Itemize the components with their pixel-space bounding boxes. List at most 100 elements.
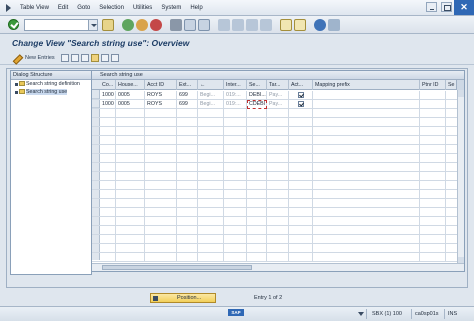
empty-cell: [247, 217, 267, 226]
cell-se-focused[interactable]: CDEBI: [247, 100, 267, 109]
cancel-icon[interactable]: [150, 19, 162, 31]
cell-se[interactable]: DEBI...: [247, 91, 267, 100]
pencil-icon[interactable]: [12, 54, 21, 63]
deselect-all-icon[interactable]: [111, 54, 119, 62]
find-icon[interactable]: [184, 19, 196, 31]
status-separator: [444, 309, 445, 319]
cell-arrow[interactable]: Begi...: [198, 91, 224, 100]
cell-co[interactable]: 1000: [100, 100, 116, 109]
table-settings-icon[interactable]: [456, 80, 464, 90]
tree-item-search-string-definition[interactable]: Search string definition: [11, 80, 91, 88]
empty-cell: [116, 244, 145, 253]
new-entries-button[interactable]: New Entries: [25, 55, 55, 61]
undo-icon[interactable]: [81, 54, 89, 62]
command-dropdown-icon[interactable]: [88, 20, 97, 30]
menu-table-view[interactable]: Table View: [20, 5, 49, 11]
prev-page-icon[interactable]: [232, 19, 244, 31]
empty-cell: [100, 127, 116, 136]
position-button[interactable]: Position...: [150, 293, 216, 303]
layout-icon[interactable]: [328, 19, 340, 31]
column-header-ptnr-id[interactable]: Ptnr ID: [420, 80, 446, 90]
menu-help[interactable]: Help: [190, 5, 202, 11]
menu-utilities[interactable]: Utilities: [133, 5, 152, 11]
first-page-icon[interactable]: [218, 19, 230, 31]
column-header-acct-id[interactable]: Acct ID: [145, 80, 177, 90]
scrollbar-thumb[interactable]: [102, 265, 252, 270]
empty-cell: [116, 226, 145, 235]
tree-item-search-string-use[interactable]: Search string use: [11, 88, 91, 96]
empty-cell: [116, 253, 145, 262]
command-field[interactable]: [24, 19, 98, 31]
cell-tar[interactable]: Pay...: [267, 91, 289, 100]
select-all-icon[interactable]: [91, 54, 99, 62]
close-icon[interactable]: ✕: [454, 0, 474, 15]
column-header-mapping-prefix[interactable]: Mapping prefix: [313, 80, 420, 90]
column-header-se[interactable]: Se...: [247, 80, 267, 90]
column-header-ext[interactable]: Ext...: [177, 80, 198, 90]
empty-cell: [198, 181, 224, 190]
print-icon[interactable]: [170, 19, 182, 31]
active-checkbox[interactable]: [298, 92, 304, 98]
column-header-co[interactable]: Co...: [100, 80, 116, 90]
new-session-icon[interactable]: [280, 19, 292, 31]
status-dropdown-icon[interactable]: [358, 312, 364, 316]
cell-mapping-prefix[interactable]: [313, 100, 420, 109]
active-checkbox[interactable]: [298, 101, 304, 107]
column-header-arrow[interactable]: ←: [198, 80, 224, 90]
empty-cell: [224, 109, 247, 118]
cell-house[interactable]: 0005: [116, 100, 145, 109]
delete-icon[interactable]: [71, 54, 79, 62]
vertical-scrollbar[interactable]: [457, 90, 464, 264]
tree-item-label: Search string definition: [26, 81, 80, 87]
empty-cell: [420, 163, 446, 172]
cell-mapping-prefix[interactable]: [313, 91, 420, 100]
empty-cell: [420, 118, 446, 127]
tree-expand-icon[interactable]: [15, 83, 18, 86]
maximize-button[interactable]: [441, 2, 452, 12]
back-icon[interactable]: [122, 19, 134, 31]
cell-tar[interactable]: Pay...: [267, 100, 289, 109]
empty-cell: [116, 190, 145, 199]
cell-acct-id[interactable]: ROYS: [145, 91, 177, 100]
column-header-house[interactable]: House...: [116, 80, 145, 90]
exit-icon[interactable]: [136, 19, 148, 31]
cell-inter[interactable]: 019:...: [224, 100, 247, 109]
empty-cell: [145, 109, 177, 118]
shortcut-icon[interactable]: [294, 19, 306, 31]
select-block-icon[interactable]: [101, 54, 109, 62]
cell-arrow[interactable]: Begi...: [198, 100, 224, 109]
column-header-inter[interactable]: Inter...: [224, 80, 247, 90]
scroll-up-icon[interactable]: [458, 90, 464, 97]
horizontal-scrollbar[interactable]: [92, 263, 464, 271]
empty-cell: [313, 199, 420, 208]
next-page-icon[interactable]: [246, 19, 258, 31]
find-next-icon[interactable]: [198, 19, 210, 31]
empty-cell: [224, 163, 247, 172]
empty-cell: [289, 172, 313, 181]
cell-inter[interactable]: 019:...: [224, 91, 247, 100]
empty-cell: [145, 199, 177, 208]
menu-selection[interactable]: Selection: [99, 5, 124, 11]
menu-arrow-icon[interactable]: [6, 4, 11, 12]
minimize-button[interactable]: [426, 2, 437, 12]
cell-co[interactable]: 1000: [100, 91, 116, 100]
empty-cell: [267, 172, 289, 181]
cell-ext[interactable]: 699: [177, 91, 198, 100]
tree-expand-icon[interactable]: [15, 91, 18, 94]
last-page-icon[interactable]: [260, 19, 272, 31]
cell-house[interactable]: 0005: [116, 91, 145, 100]
cell-acct-id[interactable]: ROYS: [145, 100, 177, 109]
ok-icon[interactable]: [8, 19, 19, 30]
menu-goto[interactable]: Goto: [77, 5, 90, 11]
save-icon[interactable]: [102, 19, 114, 31]
empty-cell: [267, 109, 289, 118]
menu-system[interactable]: System: [161, 5, 181, 11]
column-header-tar[interactable]: Tar...: [267, 80, 289, 90]
cell-ext[interactable]: 699: [177, 100, 198, 109]
copy-icon[interactable]: [61, 54, 69, 62]
menu-edit[interactable]: Edit: [58, 5, 68, 11]
column-header-act[interactable]: Act...: [289, 80, 313, 90]
cell-ptnr-id[interactable]: [420, 100, 446, 109]
cell-ptnr-id[interactable]: [420, 91, 446, 100]
help-icon[interactable]: [314, 19, 326, 31]
